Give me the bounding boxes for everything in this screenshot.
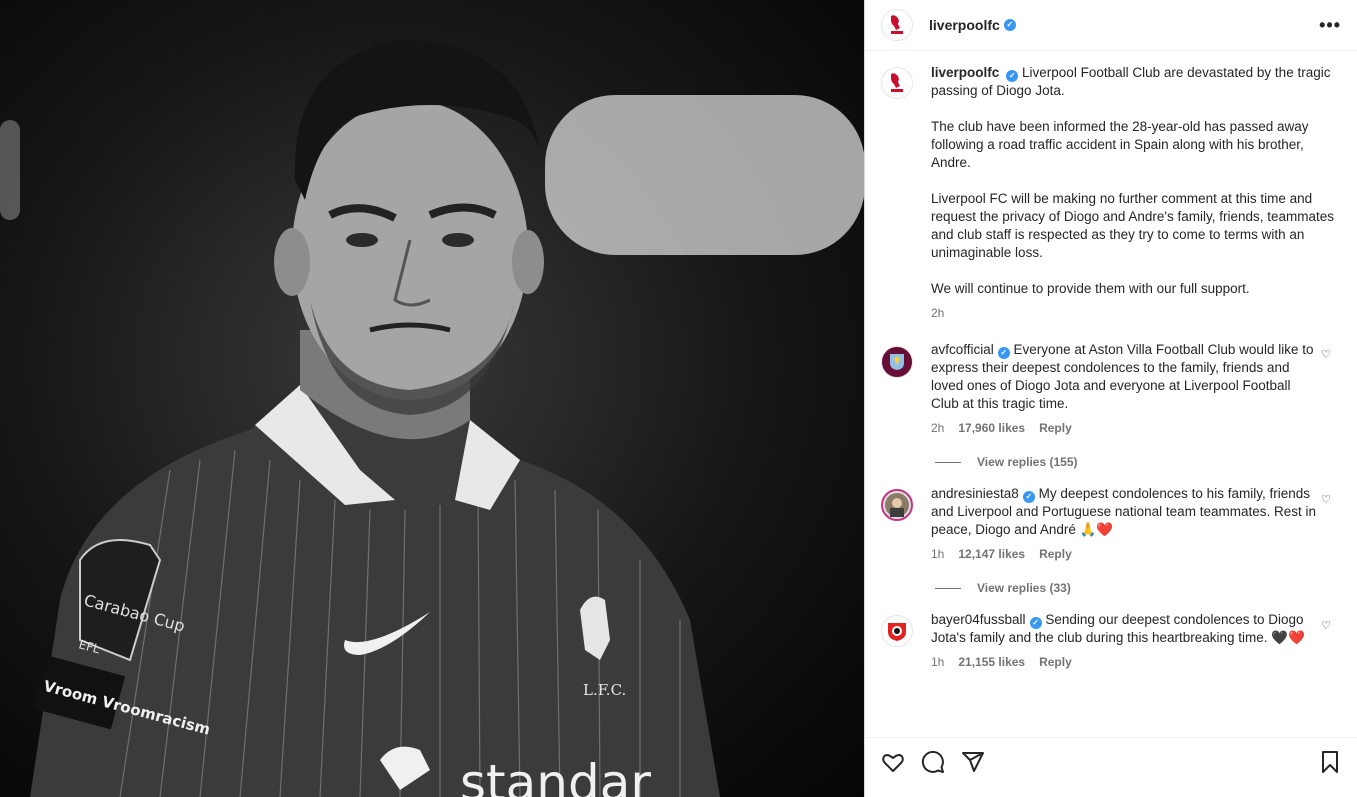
author-username[interactable]: liverpoolfc: [929, 17, 1000, 33]
verified-badge-icon: ✓: [1022, 491, 1035, 503]
bookmark-icon[interactable]: [1318, 750, 1342, 779]
post-actions-bar: [865, 737, 1357, 797]
comment-item: andresiniesta8 ✓ My deepest condolences t…: [881, 469, 1341, 595]
post-side-panel: liverpoolfc ✓ ••• liverpoolfc ✓ Liverpool…: [864, 0, 1357, 797]
caption-paragraph: The club have been informed the 28-year-…: [931, 119, 1313, 170]
post-image[interactable]: Carabao Cup EFL Vroom Vroomracism L.F.C.…: [0, 0, 864, 797]
stadium-light-left: [0, 120, 20, 220]
heart-icon[interactable]: [881, 750, 905, 779]
caption-paragraph: Liverpool FC will be making no further c…: [931, 191, 1338, 260]
comment-likes[interactable]: 17,960 likes: [958, 419, 1025, 437]
sponsor-text: standar: [460, 754, 651, 797]
comment-timestamp[interactable]: 1h: [931, 653, 944, 671]
caption-timestamp[interactable]: 2h: [931, 304, 944, 322]
bayer-leverkusen-crest-icon: [888, 623, 906, 641]
verified-badge-icon: ✓: [1029, 617, 1042, 629]
share-icon[interactable]: [961, 750, 985, 779]
comment-username[interactable]: avfcofficial: [931, 342, 994, 357]
view-replies-button[interactable]: View replies (155): [935, 455, 1341, 469]
comments-scroll-area[interactable]: liverpoolfc ✓ Liverpool Football Club are…: [865, 51, 1357, 737]
comment-username[interactable]: bayer04fussball: [931, 612, 1026, 627]
reply-button[interactable]: Reply: [1039, 545, 1072, 563]
more-options-icon[interactable]: •••: [1319, 15, 1341, 36]
player-photo-illustration: Carabao Cup EFL Vroom Vroomracism L.F.C.…: [0, 40, 864, 797]
reply-button[interactable]: Reply: [1039, 419, 1072, 437]
comment-icon[interactable]: [921, 750, 945, 779]
comment-username[interactable]: andresiniesta8: [931, 486, 1019, 501]
comment-item: bayer04fussball ✓ Sending our deepest con…: [881, 595, 1341, 671]
divider-line: [935, 461, 961, 463]
commenter-avatar[interactable]: [881, 615, 913, 647]
commenter-avatar[interactable]: [881, 489, 913, 521]
commenter-avatar[interactable]: [881, 346, 913, 378]
comment-like-heart-icon[interactable]: ♡: [1321, 619, 1331, 632]
crest-text: L.F.C.: [583, 681, 626, 699]
caption-username[interactable]: liverpoolfc: [931, 65, 999, 80]
caption-paragraph: We will continue to provide them with ou…: [931, 281, 1250, 296]
view-replies-label: View replies (155): [977, 455, 1078, 469]
comment-item: avfcofficial ✓ Everyone at Aston Villa Fo…: [881, 322, 1341, 469]
comment-timestamp[interactable]: 1h: [931, 545, 944, 563]
comment-timestamp[interactable]: 2h: [931, 419, 944, 437]
view-replies-label: View replies (33): [977, 581, 1071, 595]
verified-badge-icon: ✓: [1003, 19, 1016, 31]
post-header: liverpoolfc ✓ •••: [865, 0, 1357, 51]
stadium-light-glow: [545, 95, 864, 255]
ear-left: [274, 228, 310, 296]
view-replies-button[interactable]: View replies (33): [935, 581, 1341, 595]
comment-like-heart-icon[interactable]: ♡: [1321, 493, 1331, 506]
comment-likes[interactable]: 21,155 likes: [958, 653, 1025, 671]
post-caption: liverpoolfc ✓ Liverpool Football Club are…: [881, 51, 1341, 322]
divider-line: [935, 587, 961, 589]
verified-badge-icon: ✓: [1006, 70, 1019, 82]
eye-left: [346, 233, 378, 247]
verified-badge-icon: ✓: [997, 347, 1010, 359]
author-avatar[interactable]: [881, 9, 913, 41]
liverpool-crest-icon: [891, 15, 903, 34]
user-photo-icon: [885, 493, 909, 517]
aston-villa-crest-icon: [890, 354, 904, 370]
reply-button[interactable]: Reply: [1039, 653, 1072, 671]
comment-likes[interactable]: 12,147 likes: [958, 545, 1025, 563]
comment-like-heart-icon[interactable]: ♡: [1321, 348, 1331, 361]
ear-right: [512, 230, 544, 294]
caption-author-avatar[interactable]: [881, 67, 913, 99]
eye-right: [442, 233, 474, 247]
liverpool-crest-icon: [891, 73, 903, 92]
